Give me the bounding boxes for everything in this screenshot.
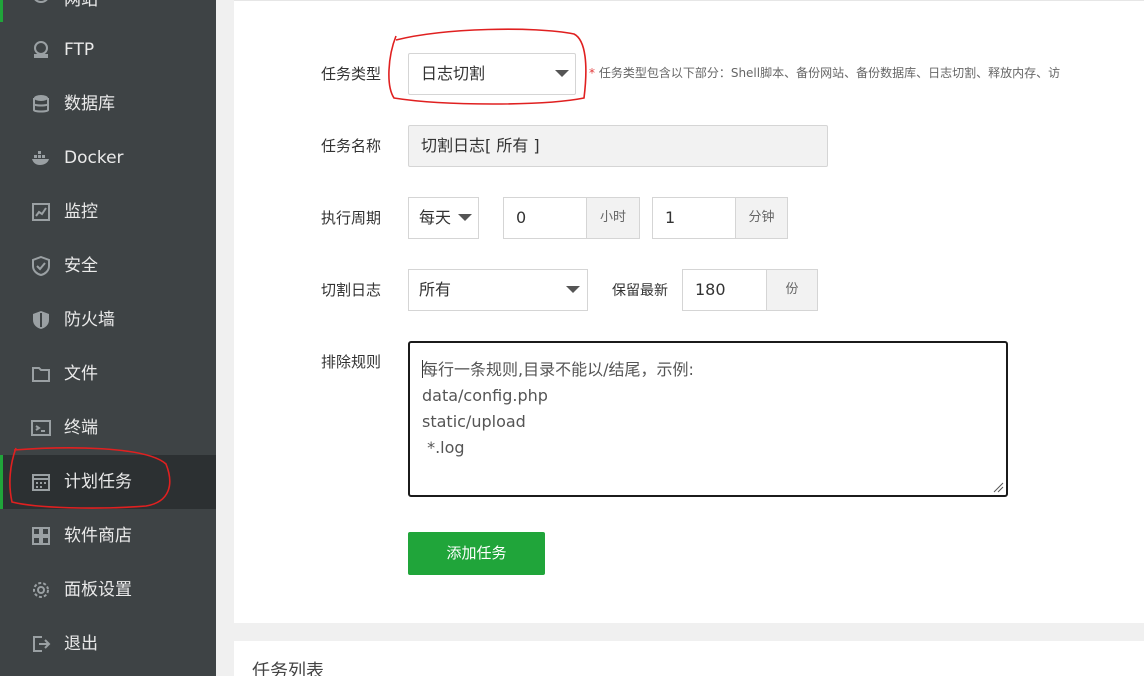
minute-input[interactable]: 1	[652, 197, 736, 239]
active-indicator	[0, 0, 3, 22]
exclude-rules-label: 排除规则	[321, 353, 382, 371]
minute-unit: 分钟	[735, 197, 788, 239]
keep-count-input[interactable]: 180	[682, 269, 767, 311]
monitor-icon	[32, 203, 50, 221]
cut-log-label: 切割日志	[321, 281, 382, 299]
resize-grip-icon[interactable]	[992, 481, 1004, 493]
hour-unit: 小时	[586, 197, 640, 239]
chevron-down-icon	[555, 70, 569, 77]
task-type-hint: * 任务类型包含以下部分：Shell脚本、备份网站、备份数据库、日志切割、释放内…	[589, 64, 1060, 82]
task-list-panel: 任务列表	[234, 641, 1144, 676]
shield-icon	[32, 256, 50, 276]
sidebar-item-firewall[interactable]: 防火墙	[0, 293, 216, 347]
add-task-form	[234, 0, 1144, 623]
sidebar-item-label: 终端	[64, 418, 98, 438]
sidebar-item-docker[interactable]: Docker	[0, 131, 216, 185]
sidebar-item-panel-settings[interactable]: 面板设置	[0, 563, 216, 617]
exclude-rules-textarea[interactable]: 每行一条规则,目录不能以/结尾，示例: data/config.php stat…	[408, 341, 1008, 497]
task-type-select[interactable]: 日志切割	[408, 53, 576, 95]
required-star: *	[589, 66, 595, 80]
keep-count-value: 180	[695, 280, 726, 299]
sidebar-item-label: 退出	[64, 634, 98, 654]
sidebar-item-monitor[interactable]: 监控	[0, 185, 216, 239]
keep-count-unit: 份	[766, 269, 818, 311]
sidebar-item-label: 防火墙	[64, 310, 115, 330]
calendar-icon	[32, 474, 50, 491]
terminal-icon	[31, 420, 51, 436]
exclude-rules-placeholder: 每行一条规则,目录不能以/结尾，示例: data/config.php stat…	[422, 360, 694, 457]
sidebar: 网站 FTP 数据库 Docker 监控 安全 防火墙 文件 终端 计划任务 软…	[0, 0, 216, 676]
docker-icon	[32, 151, 49, 165]
minute-value: 1	[665, 208, 676, 227]
apps-icon	[32, 527, 50, 545]
sidebar-item-label: Docker	[64, 148, 124, 168]
sidebar-item-database[interactable]: 数据库	[0, 77, 216, 131]
sidebar-item-ftp[interactable]: FTP	[0, 23, 216, 77]
globe-icon	[34, 0, 48, 3]
hour-value: 0	[516, 208, 527, 227]
sidebar-item-app-store[interactable]: 软件商店	[0, 509, 216, 563]
logout-icon	[33, 636, 51, 652]
task-name-value: 切割日志[ 所有 ]	[421, 136, 540, 155]
sidebar-item-cron[interactable]: 计划任务	[0, 455, 216, 509]
cut-log-value: 所有	[419, 280, 452, 299]
sidebar-item-website[interactable]: 网站	[64, 0, 98, 11]
task-name-label: 任务名称	[321, 137, 382, 155]
keep-latest-label: 保留最新	[612, 283, 668, 299]
sidebar-item-label: 软件商店	[64, 526, 132, 546]
task-list-title: 任务列表	[252, 661, 324, 676]
add-task-button[interactable]: 添加任务	[408, 532, 545, 575]
folder-icon	[32, 367, 50, 382]
task-type-label: 任务类型	[321, 65, 382, 83]
ftp-icon	[34, 41, 48, 58]
period-cycle-select[interactable]: 每天	[408, 197, 479, 239]
sidebar-item-logout[interactable]: 退出	[0, 617, 216, 671]
text-cursor	[422, 360, 423, 378]
firewall-icon	[33, 311, 49, 329]
period-label: 执行周期	[321, 209, 382, 227]
task-type-value: 日志切割	[421, 64, 486, 83]
database-icon	[33, 95, 49, 113]
gear-icon	[33, 582, 49, 598]
sidebar-item-security[interactable]: 安全	[0, 239, 216, 293]
sidebar-item-terminal[interactable]: 终端	[0, 401, 216, 455]
period-cycle-value: 每天	[419, 208, 452, 227]
sidebar-item-label: 数据库	[64, 94, 115, 114]
sidebar-item-label: FTP	[64, 40, 95, 60]
chevron-down-icon	[566, 286, 580, 293]
sidebar-item-files[interactable]: 文件	[0, 347, 216, 401]
cut-log-select[interactable]: 所有	[408, 269, 588, 311]
chevron-down-icon	[458, 214, 472, 221]
hint-text: 任务类型包含以下部分：Shell脚本、备份网站、备份数据库、日志切割、释放内存、…	[598, 66, 1061, 80]
sidebar-item-label: 监控	[64, 202, 98, 222]
hour-input[interactable]: 0	[503, 197, 587, 239]
task-name-input[interactable]: 切割日志[ 所有 ]	[408, 125, 828, 167]
sidebar-item-label: 安全	[64, 256, 98, 276]
sidebar-item-label: 文件	[64, 364, 98, 384]
sidebar-item-label: 计划任务	[64, 472, 132, 492]
sidebar-item-label: 面板设置	[64, 580, 132, 600]
